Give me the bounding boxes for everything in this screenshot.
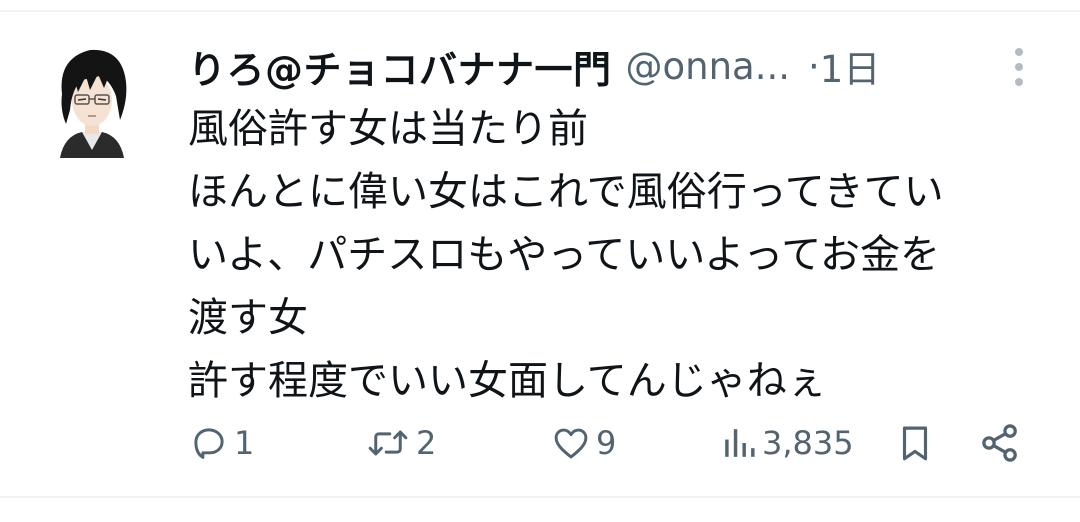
tweet-action-bar: 1 2 9 3,835 xyxy=(188,418,1048,468)
bottom-divider xyxy=(0,496,1080,498)
tweet-text: 風俗許す女は当たり前 ほんとに偉い女はこれで風俗行ってきてい いよ、パチスロもや… xyxy=(188,98,1068,413)
tweet-text-line: ほんとに偉い女はこれで風俗行ってきてい xyxy=(188,169,944,215)
heart-icon xyxy=(554,428,588,459)
reply-count: 1 xyxy=(234,424,255,462)
tweet-timestamp[interactable]: 1日 xyxy=(820,39,881,93)
reply-icon xyxy=(194,428,224,459)
views-button[interactable]: 3,835 xyxy=(720,418,854,468)
more-dot xyxy=(1015,63,1023,71)
views-chart-icon xyxy=(725,429,755,457)
more-dot xyxy=(1015,48,1023,56)
more-options-icon[interactable] xyxy=(1004,46,1034,88)
bookmark-icon xyxy=(902,426,928,461)
reply-button[interactable]: 1 xyxy=(188,418,254,468)
retweet-button[interactable]: 2 xyxy=(364,418,436,468)
tweet-text-line: 風俗許す女は当たり前 xyxy=(188,106,588,152)
more-dot xyxy=(1015,78,1023,86)
tweet-text-line: いよ、パチスロもやっていいよってお金を xyxy=(188,232,940,278)
top-divider xyxy=(0,10,1080,12)
avatar-image xyxy=(60,49,127,158)
share-icon xyxy=(982,424,1017,462)
tweet-header: りろ@チョコバナナ一門 @onna... · 1日 xyxy=(188,38,880,94)
time-separator: · xyxy=(808,44,820,88)
retweet-icon xyxy=(368,430,408,456)
tweet-text-line: 許す程度でいい女面してんじゃねぇ xyxy=(188,358,827,404)
like-button[interactable]: 9 xyxy=(550,418,616,468)
avatar[interactable] xyxy=(42,40,142,160)
display-name[interactable]: りろ@チョコバナナ一門 xyxy=(188,39,612,94)
retweet-count: 2 xyxy=(416,424,437,462)
bookmark-button[interactable] xyxy=(894,418,936,468)
share-button[interactable] xyxy=(978,418,1022,468)
like-count: 9 xyxy=(596,424,617,462)
user-handle[interactable]: @onna... xyxy=(626,45,791,88)
views-count: 3,835 xyxy=(762,424,854,462)
tweet-text-line: 渡す女 xyxy=(188,295,308,341)
